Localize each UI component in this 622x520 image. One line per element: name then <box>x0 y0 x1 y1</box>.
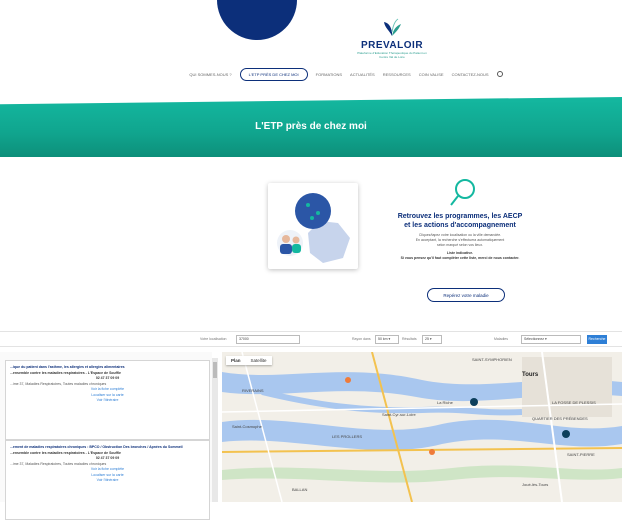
intro-text: Retrouvez les programmes, les AECP et le… <box>370 212 550 261</box>
results-label: Résultats <box>402 337 417 341</box>
tab-plan[interactable]: Plan <box>226 356 246 365</box>
page-title: L'ETP près de chez moi <box>255 121 367 132</box>
map-background <box>222 352 622 502</box>
scrollbar-thumb[interactable] <box>213 362 217 378</box>
nav-item-coin-valise[interactable]: COIN VALISE <box>419 72 444 77</box>
butterfly-logo-icon <box>384 18 401 36</box>
map-label-saint-symphorien: SAINT-SYMPHORIEN <box>472 357 512 362</box>
brand-tagline: Plateforme d'Education Thérapeutique du … <box>357 51 427 59</box>
result-title[interactable]: ...ement de maladies respiratoires chron… <box>10 445 205 451</box>
search-button[interactable]: Recherche <box>587 335 607 344</box>
magnifier-icon <box>450 179 475 206</box>
map-label-la-fosse: LA FOSSE DE PLESSIS <box>552 400 596 405</box>
main-nav: QUI SOMMES-NOUS ? L'ETP PRÈS DE CHEZ MOI… <box>0 67 622 81</box>
list-item[interactable]: ...ement de maladies respiratoires chron… <box>5 440 210 520</box>
intro-body-line3: selon marqué selon vos lieux. <box>436 243 484 247</box>
nav-item-actualites[interactable]: ACTUALITÉS <box>350 72 375 77</box>
nav-item-contactez-nous[interactable]: CONTACTEZ-NOUS <box>452 72 489 77</box>
results-value: 25 <box>425 337 429 341</box>
map-label-saint-cosmophe: Saint-Cosmophe <box>232 424 262 429</box>
results-select[interactable]: 25 ▾ <box>422 335 442 344</box>
map-label-les-prollers: LES PROLLERS <box>332 434 363 439</box>
location-label: Votre localisation <box>200 337 227 341</box>
results-scrollbar[interactable] <box>212 358 218 502</box>
radius-select[interactable]: 50 km ▾ <box>375 335 399 344</box>
illustration-card <box>268 183 358 269</box>
decorative-blob <box>217 0 297 40</box>
results-list: ...ique du patient dans l'asthme, les al… <box>0 352 212 520</box>
search-filters: Votre localisation 37000 Rayon dans 50 k… <box>0 331 622 347</box>
radius-value: 50 km <box>378 337 388 341</box>
intro-title-line1: Retrouvez les programmes, les AECP <box>397 213 523 220</box>
map-label-saint-cyr: Saint-Cyr-sur-Loire <box>382 412 416 417</box>
site-logo[interactable]: PREVALOIR Plateforme d'Education Thérape… <box>357 18 427 59</box>
map-label-tours: Tours <box>522 372 539 378</box>
find-disease-button[interactable]: Repérez votre maladie <box>427 288 505 302</box>
map-label-joue-les-tours: Joué-lès-Tours <box>522 482 549 487</box>
map-label-la-riche: La Riche <box>437 400 453 405</box>
search-icon[interactable] <box>496 71 503 77</box>
disease-value: Sélectionnez <box>524 337 545 341</box>
tab-satellite[interactable]: Satellite <box>246 356 272 365</box>
radius-label: Rayon dans <box>352 337 371 341</box>
map-label-saint-pierre: SAINT-PIERRE <box>567 452 595 457</box>
region-map-illustration <box>277 193 350 263</box>
list-item[interactable]: ...ique du patient dans l'asthme, les al… <box>5 360 210 440</box>
map-label-prebendes: QUARTIER DES PRÉBENDES <box>532 416 588 421</box>
disease-label: Maladies <box>494 337 509 341</box>
intro-note2: Si vous pensez qu'il faut compléter cett… <box>400 256 520 260</box>
map-view[interactable]: Plan Satellite Tours La Riche Saint-Cyr-… <box>222 352 622 502</box>
map-type-tabs: Plan Satellite <box>226 356 272 365</box>
nav-item-ressources[interactable]: RESSOURCES <box>383 72 411 77</box>
result-link-itineraire[interactable]: Voir l'itinéraire <box>10 398 205 404</box>
location-input[interactable]: 37000 <box>236 335 300 344</box>
nav-item-qui-sommes-nous[interactable]: QUI SOMMES-NOUS ? <box>189 72 231 77</box>
result-link-itineraire[interactable]: Voir l'itinéraire <box>10 478 205 484</box>
nav-item-etp-pres-de-chez-moi[interactable]: L'ETP PRÈS DE CHEZ MOI <box>239 67 308 81</box>
disease-select[interactable]: Sélectionnez ▾ <box>521 335 581 344</box>
nav-item-formations[interactable]: FORMATIONS <box>316 72 342 77</box>
intro-title-line2: et les actions d'accompagnement <box>404 222 516 229</box>
map-label-ballan: BALLAN <box>292 487 308 492</box>
brand-name: PREVALOIR <box>360 40 424 51</box>
map-label-riverains: RIVERAINS <box>242 388 264 393</box>
